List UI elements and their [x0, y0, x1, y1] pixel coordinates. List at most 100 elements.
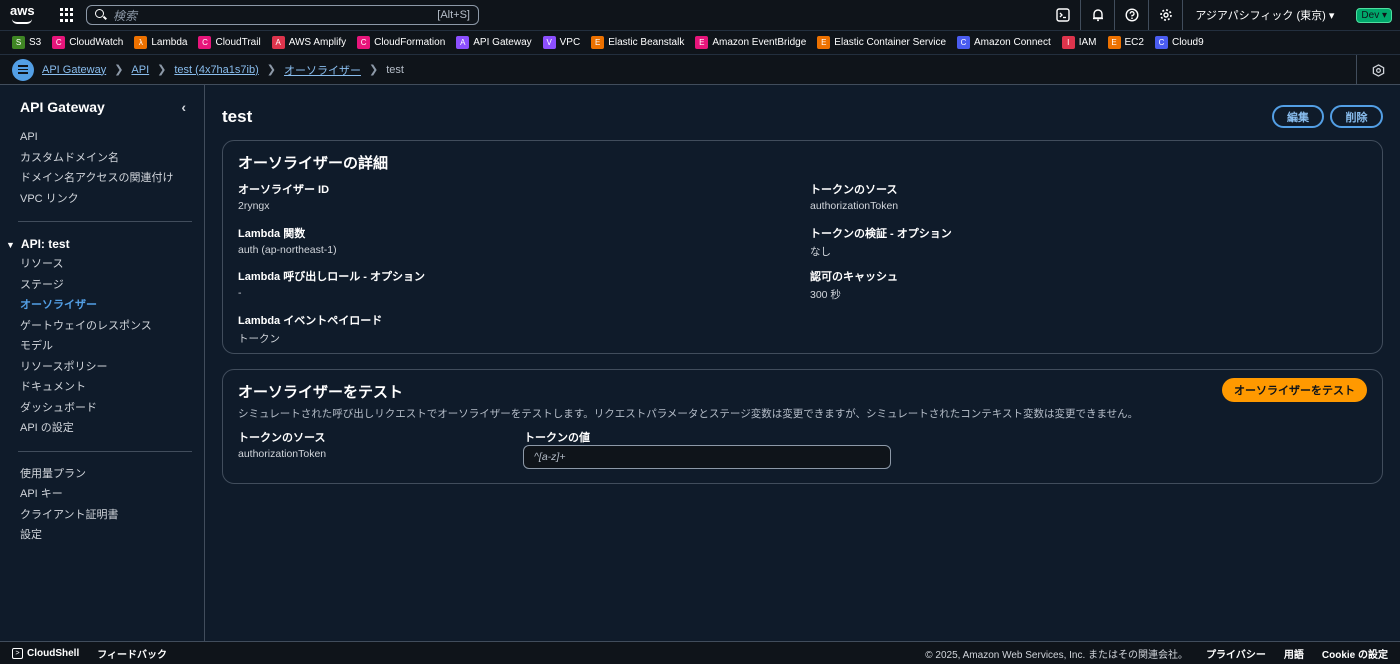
- favorite-service-link[interactable]: C Amazon Connect: [957, 36, 1051, 49]
- favorite-service-link[interactable]: C Cloud9: [1154, 36, 1204, 49]
- caret-down-icon: ▼: [6, 240, 15, 250]
- sidebar-item[interactable]: ステージ: [20, 275, 192, 296]
- sidebar-item[interactable]: オーソライザー: [20, 295, 192, 316]
- footer-right: © 2025, Amazon Web Services, Inc. またはその関…: [925, 646, 1388, 661]
- sidebar-divider: [18, 450, 192, 452]
- favorite-service-label: S3: [29, 37, 42, 48]
- favorite-service-link[interactable]: V VPC: [542, 36, 580, 49]
- service-icon: V: [542, 36, 556, 49]
- service-icon: C: [52, 36, 66, 49]
- delete-button[interactable]: 削除: [1330, 105, 1383, 128]
- terms-link[interactable]: 用語: [1284, 646, 1304, 661]
- sidebar-item[interactable]: リソースポリシー: [20, 357, 192, 378]
- cloudshell-icon[interactable]: [1046, 0, 1080, 30]
- favorite-service-link[interactable]: λ Lambda: [134, 36, 187, 49]
- region-selector[interactable]: アジアパシフィック (東京) ▾: [1182, 0, 1346, 30]
- favorite-service-link[interactable]: A API Gateway: [456, 36, 532, 49]
- favorite-service-label: Lambda: [151, 37, 188, 48]
- breadcrumb-api-test[interactable]: test (4x7ha1s7ib): [174, 64, 258, 76]
- field-label: トークンの値: [524, 432, 590, 444]
- favorite-service-link[interactable]: C CloudFormation: [357, 36, 445, 49]
- sidebar-item[interactable]: リソース: [20, 254, 192, 275]
- service-icon: λ: [134, 36, 148, 49]
- field-value: 2ryngx: [238, 200, 270, 212]
- field-label: Lambda 呼び出しロール - オプション: [238, 271, 426, 283]
- service-icon: C: [357, 36, 371, 49]
- terminal-icon: >: [12, 647, 23, 659]
- sidebar-header: API Gateway ‹: [20, 99, 192, 115]
- test-token-source-field: トークンのソース authorizationToken: [238, 429, 326, 460]
- edit-button[interactable]: 編集: [1272, 105, 1324, 128]
- favorite-service-label: Amazon Connect: [974, 37, 1051, 48]
- lambda-invoke-role-field: Lambda 呼び出しロール - オプション -: [238, 268, 425, 299]
- account-badge[interactable]: Dev ▾: [1356, 7, 1392, 23]
- favorite-service-link[interactable]: C CloudTrail: [198, 36, 261, 49]
- breadcrumb-authorizers[interactable]: オーソライザー: [284, 62, 361, 78]
- sidebar-item[interactable]: API の設定: [20, 418, 192, 439]
- sidebar-item[interactable]: モデル: [20, 336, 192, 357]
- settings-gear-icon[interactable]: [1148, 0, 1182, 30]
- search-icon: [95, 9, 107, 21]
- field-label: Lambda 関数: [238, 228, 306, 240]
- menu-icon[interactable]: [12, 58, 34, 81]
- sidebar-item[interactable]: カスタムドメイン名: [20, 148, 192, 169]
- search-bar[interactable]: 検索 [Alt+S]: [86, 5, 479, 25]
- privacy-link[interactable]: プライバシー: [1206, 646, 1266, 661]
- favorite-service-link[interactable]: E Amazon EventBridge: [695, 36, 806, 49]
- favorite-service-label: CloudFormation: [374, 37, 446, 48]
- favorite-service-link[interactable]: E EC2: [1107, 36, 1144, 49]
- footer: > CloudShell フィードバック © 2025, Amazon Web …: [0, 641, 1400, 664]
- favorite-service-link[interactable]: I IAM: [1061, 36, 1097, 49]
- field-label: トークンのソース: [810, 184, 898, 196]
- cookie-settings-link[interactable]: Cookie の設定: [1322, 646, 1388, 661]
- favorite-service-label: CloudWatch: [69, 37, 124, 48]
- search-input[interactable]: 検索: [113, 7, 437, 24]
- sidebar-item[interactable]: API: [20, 127, 192, 148]
- test-authorizer-card: オーソライザーをテスト オーソライザーをテスト シミュレートされた呼び出しリクエ…: [222, 369, 1383, 484]
- breadcrumb-current: test: [386, 63, 404, 76]
- aws-logo[interactable]: aws: [10, 4, 38, 26]
- sidebar-item[interactable]: VPC リンク: [20, 189, 192, 210]
- notifications-bell-icon[interactable]: [1080, 0, 1114, 30]
- collapse-chevron-left-icon[interactable]: ‹: [181, 99, 186, 115]
- cloudshell-link[interactable]: > CloudShell: [12, 647, 79, 659]
- sidebar-bottom-list: 使用量プラン API キー クライアント証明書 設定: [20, 464, 192, 546]
- services-grid-icon[interactable]: [60, 8, 74, 22]
- service-icon: E: [817, 36, 831, 49]
- page-title: test: [222, 107, 253, 126]
- chevron-right-icon: ❯: [368, 64, 379, 76]
- breadcrumb-api[interactable]: API: [131, 64, 149, 76]
- chevron-right-icon: ❯: [157, 64, 167, 76]
- sidebar-item[interactable]: ゲートウェイのレスポンス: [20, 316, 192, 337]
- service-icon: C: [1154, 36, 1168, 49]
- field-value: authorizationToken: [238, 448, 327, 460]
- sidebar-item[interactable]: API キー: [20, 484, 192, 505]
- feature-notifications-icon[interactable]: [1356, 55, 1400, 85]
- breadcrumb-api-gateway[interactable]: API Gateway: [42, 64, 106, 76]
- help-icon[interactable]: [1114, 0, 1148, 30]
- favorite-service-label: API Gateway: [473, 37, 532, 48]
- favorite-service-link[interactable]: E Elastic Beanstalk: [591, 36, 684, 49]
- sidebar-item[interactable]: ダッシュボード: [20, 398, 192, 419]
- field-label: トークンのソース: [238, 432, 326, 444]
- sidebar-item[interactable]: 使用量プラン: [20, 464, 192, 485]
- lambda-event-payload-field: Lambda イベントペイロード トークン: [238, 312, 382, 346]
- field-label: Lambda イベントペイロード: [238, 315, 383, 327]
- favorite-service-link[interactable]: A AWS Amplify: [271, 36, 346, 49]
- favorite-service-label: Elastic Container Service: [834, 37, 947, 48]
- service-icon: C: [198, 36, 212, 49]
- favorite-service-link[interactable]: C CloudWatch: [52, 36, 123, 49]
- favorite-service-link[interactable]: S S3: [12, 36, 41, 49]
- service-icon: E: [695, 36, 709, 49]
- token-value-input[interactable]: [523, 445, 891, 469]
- sidebar-section-api-test[interactable]: ▼ API: test: [6, 234, 192, 254]
- favorite-service-link[interactable]: E Elastic Container Service: [817, 36, 946, 49]
- sidebar-item[interactable]: ドメイン名アクセスの関連付け: [20, 168, 192, 189]
- feedback-link[interactable]: フィードバック: [97, 646, 167, 661]
- sidebar-top-list: API カスタムドメイン名 ドメイン名アクセスの関連付け VPC リンク: [20, 127, 192, 209]
- authorizer-details-card: オーソライザーの詳細 オーソライザー ID 2ryngx Lambda 関数 a…: [222, 140, 1383, 354]
- sidebar-item[interactable]: ドキュメント: [20, 377, 192, 398]
- test-authorizer-button[interactable]: オーソライザーをテスト: [1222, 378, 1367, 402]
- sidebar-item[interactable]: 設定: [20, 525, 192, 546]
- sidebar-item[interactable]: クライアント証明書: [20, 505, 192, 526]
